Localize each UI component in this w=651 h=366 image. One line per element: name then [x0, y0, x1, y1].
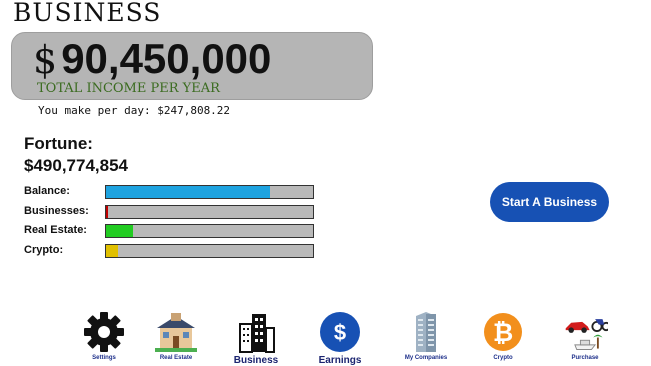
- stat-label: Businesses:: [24, 205, 89, 217]
- yearly-income-value: 90,450,000: [61, 35, 272, 82]
- nav-settings[interactable]: Settings: [69, 310, 139, 366]
- nav-business[interactable]: Business: [221, 310, 291, 366]
- nav-label: Earnings: [318, 355, 362, 366]
- crypto-progress-bar: [105, 244, 314, 258]
- progress-fill: [106, 245, 119, 257]
- bitcoin-icon: ₿: [480, 310, 526, 354]
- vehicles-icon: [562, 310, 608, 354]
- nav-real-estate[interactable]: Real Estate: [141, 310, 211, 366]
- skyscraper-icon: [403, 310, 449, 354]
- stat-row-balance: Balance:: [24, 185, 324, 201]
- fortune-label: Fortune:: [24, 134, 93, 153]
- svg-text:$: $: [334, 320, 346, 345]
- stat-row-crypto: Crypto:: [24, 244, 324, 260]
- balance-progress-bar: [105, 185, 314, 199]
- real-estate-progress-bar: [105, 224, 314, 238]
- currency-symbol: $: [33, 38, 58, 82]
- progress-fill: [106, 225, 133, 237]
- gear-icon: [81, 310, 127, 354]
- yearly-income-amount: $90,450,000: [33, 35, 271, 83]
- stat-label: Crypto:: [24, 244, 64, 256]
- bottom-nav: Settings Real Estate Business $ Earnings…: [0, 310, 651, 366]
- fortune-value: $490,774,854: [24, 156, 128, 175]
- nav-label: Settings: [92, 355, 116, 361]
- svg-text:₿: ₿: [493, 319, 513, 347]
- nav-my-companies[interactable]: My Companies: [391, 310, 461, 366]
- nav-label: My Companies: [404, 355, 448, 361]
- start-business-button[interactable]: Start A Business: [490, 182, 609, 222]
- progress-fill: [106, 206, 109, 218]
- businesses-progress-bar: [105, 205, 314, 219]
- nav-label: Purchase: [571, 355, 599, 361]
- house-icon: [153, 310, 199, 354]
- page-title: BUSINESS: [13, 0, 162, 27]
- nav-purchase[interactable]: Purchase: [550, 310, 620, 366]
- nav-earnings[interactable]: $ Earnings: [305, 310, 375, 366]
- stat-label: Real Estate:: [24, 224, 87, 236]
- stat-row-real-estate: Real Estate:: [24, 224, 324, 240]
- nav-label: Real Estate: [159, 355, 193, 361]
- stat-row-businesses: Businesses:: [24, 205, 324, 221]
- yearly-income-label: TOTAL INCOME PER YEAR: [37, 81, 220, 96]
- stat-label: Balance:: [24, 185, 70, 197]
- nav-label: Business: [233, 355, 279, 366]
- nav-label: Crypto: [493, 355, 513, 361]
- dollar-coin-icon: $: [317, 310, 363, 354]
- buildings-icon: [233, 310, 279, 354]
- income-panel: $90,450,000 TOTAL INCOME PER YEAR: [11, 32, 373, 100]
- progress-fill: [106, 186, 270, 198]
- daily-income-text: You make per day: $247,808.22: [38, 104, 231, 117]
- nav-crypto[interactable]: ₿ Crypto: [468, 310, 538, 366]
